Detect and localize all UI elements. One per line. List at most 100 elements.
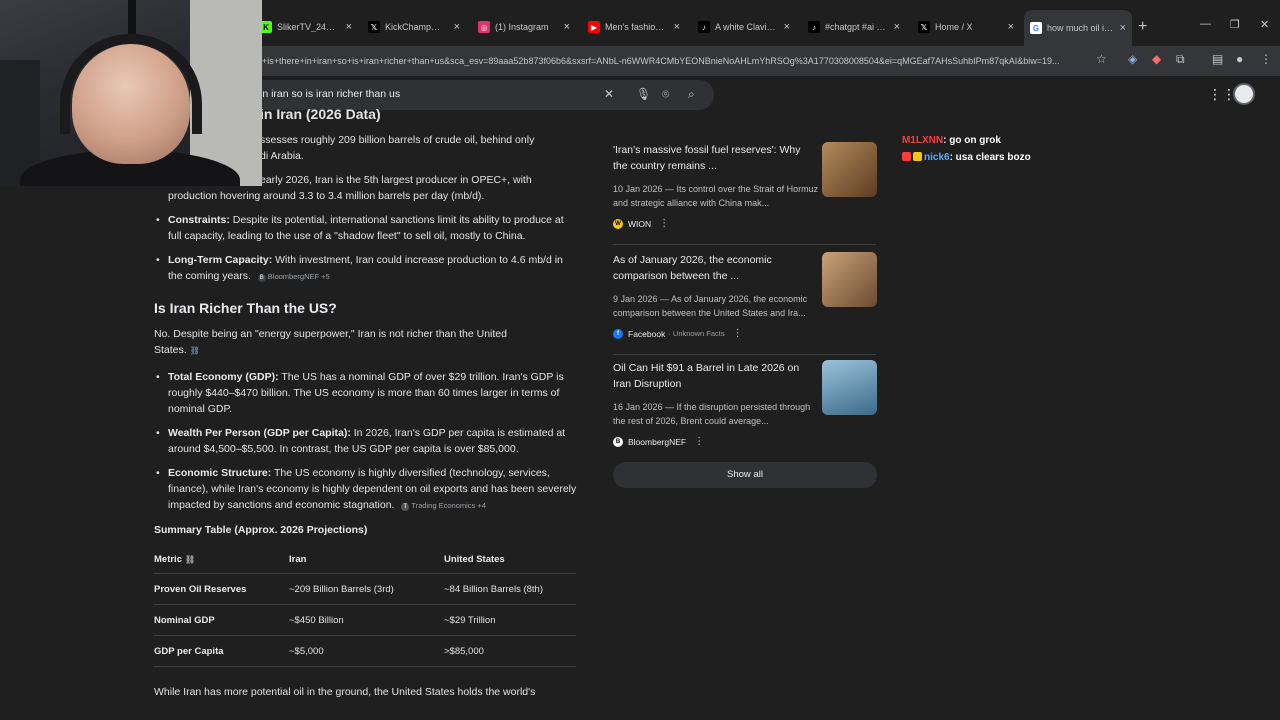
close-icon[interactable]: × (894, 21, 900, 33)
tab-kickchamp[interactable]: 𝕏 KickChamp👑 on × (362, 14, 466, 40)
close-icon[interactable]: × (784, 21, 790, 33)
close-icon[interactable]: × (564, 21, 570, 33)
camera-lens-icon[interactable]: ⌾ (662, 87, 669, 102)
source-card[interactable]: As of January 2026, the economic compari… (603, 252, 886, 352)
table-row: Nominal GDP ~$450 Billion ~$29 Trillion (154, 605, 576, 636)
chat-text: : go on grok (943, 135, 1001, 146)
chat-username: nick6 (924, 152, 950, 163)
tab-tiktok-1[interactable]: ♪ A white Clavicula × (692, 14, 796, 40)
card-thumbnail[interactable] (822, 142, 877, 197)
x-icon: 𝕏 (368, 21, 380, 33)
tab-google-search[interactable]: G how much oil is th × (1024, 10, 1132, 46)
extensions-puzzle-icon[interactable]: ⧉ (1176, 52, 1185, 67)
search-input[interactable]: in iran so is iran richer than us (260, 88, 400, 100)
source-chip[interactable]: B BloombergNEF +5 (257, 269, 330, 285)
badge-icon (902, 152, 911, 161)
microphone-icon[interactable]: 🎙 (636, 87, 651, 101)
source-card[interactable]: 'Iran's massive fossil fuel reserves': W… (603, 142, 886, 242)
facebook-icon: f (613, 328, 623, 339)
instagram-icon: ◎ (478, 21, 490, 33)
tab-tiktok-2[interactable]: ♪ #chatgpt #ai #ep × (802, 14, 906, 40)
tab-slikertv[interactable]: K SlikerTV_247LIVE × (254, 14, 358, 40)
stream-chat-overlay: M1LXNN: go on grok nick6: usa clears boz… (902, 132, 1031, 166)
clear-icon[interactable]: ✕ (604, 87, 614, 101)
table-cell: ~$450 Billion (289, 615, 344, 626)
table-cell: >$85,000 (444, 646, 484, 657)
tab-x-home[interactable]: 𝕏 Home / X × (912, 14, 1020, 40)
bullet-label: Total Economy (GDP): (168, 371, 279, 383)
production-line: production hovering around 3.3 to 3.4 mi… (168, 190, 485, 202)
source-chip[interactable]: T Trading Economics +4 (401, 498, 486, 514)
restore-icon[interactable]: ❐ (1230, 18, 1240, 31)
menu-kebab-icon[interactable]: ⋮ (1260, 52, 1272, 66)
show-all-button[interactable]: Show all (613, 462, 877, 488)
crown-badge-icon (913, 152, 922, 161)
card-snippet: 10 Jan 2026 — Its control over the Strai… (613, 184, 819, 208)
search-icon[interactable]: ⌕ (688, 87, 695, 102)
minimize-icon[interactable]: — (1200, 18, 1211, 30)
source-name: BloombergNEF (628, 436, 687, 447)
tab-title: how much oil is th (1047, 23, 1114, 33)
close-icon[interactable]: × (346, 21, 352, 33)
card-thumbnail[interactable] (822, 360, 877, 415)
reserves-line: ssesses roughly 209 billion barrels of c… (260, 134, 535, 146)
youtube-icon: ▶ (588, 21, 600, 33)
headset-icon (60, 34, 202, 134)
section-heading: in Iran (2026 Data) (260, 106, 381, 122)
table-header: United States (444, 554, 505, 565)
bloomberg-icon: B (257, 274, 266, 282)
chat-message: M1LXNN: go on grok (902, 132, 1031, 149)
tab-title: A white Clavicula (715, 22, 778, 32)
percapita-bullet: Wealth Per Person (GDP per Capita): In 2… (156, 425, 580, 457)
table-header-row: Metric ⛓ Iran United States (154, 550, 576, 574)
card-title[interactable]: Oil Can Hit $91 a Barrel in Late 2026 on… (613, 360, 815, 392)
address-bar[interactable]: l+is+there+in+iran+so+is+iran+richer+tha… (260, 50, 1090, 72)
tab-title: Home / X (935, 22, 973, 32)
reserves-line: di Arabia. (260, 150, 304, 162)
table-cell: ~$5,000 (289, 646, 324, 657)
card-source: f Facebook · Unknown Facts ⋮ (613, 328, 743, 339)
card-title[interactable]: 'Iran's massive fossil fuel reserves': W… (613, 142, 815, 174)
table-cell: ~$29 Trillion (444, 615, 496, 626)
gdp-bullet: Total Economy (GDP): The US has a nomina… (156, 369, 580, 417)
tab-youtube[interactable]: ▶ Men's fashion Th × (582, 14, 686, 40)
table-row: Proven Oil Reserves ~209 Billion Barrels… (154, 574, 576, 605)
header-label: Metric (154, 554, 182, 565)
extension-icon[interactable]: ◈ (1128, 52, 1137, 66)
card-source: B BloombergNEF ⋮ (613, 436, 704, 447)
close-icon[interactable]: × (1120, 22, 1126, 34)
richer-answer: No. Despite being an "energy superpower,… (154, 326, 534, 359)
tab-title: Men's fashion Th (605, 22, 668, 32)
table-cell: GDP per Capita (154, 646, 224, 657)
webcam-overlay (0, 0, 262, 186)
extension-icon[interactable]: ◆ (1152, 52, 1161, 66)
tab-title: (1) Instagram (495, 22, 549, 32)
close-icon[interactable]: × (454, 21, 460, 33)
close-window-icon[interactable]: ✕ (1260, 18, 1269, 31)
more-options-icon[interactable]: ⋮ (733, 328, 743, 339)
summary-table-title: Summary Table (Approx. 2026 Projections) (154, 524, 368, 536)
new-tab-button[interactable]: + (1138, 18, 1147, 36)
avatar[interactable] (1233, 83, 1255, 105)
more-options-icon[interactable]: ⋮ (694, 436, 704, 447)
close-icon[interactable]: × (1008, 21, 1014, 33)
more-options-icon[interactable]: ⋮ (659, 218, 669, 229)
table-row: GDP per Capita ~$5,000 >$85,000 (154, 636, 576, 667)
bookmark-star-icon[interactable]: ☆ (1096, 52, 1107, 66)
card-thumbnail[interactable] (822, 252, 877, 307)
tab-instagram[interactable]: ◎ (1) Instagram × (472, 14, 576, 40)
close-icon[interactable]: × (674, 21, 680, 33)
source-chip-label: Trading Economics +4 (411, 501, 486, 510)
constraints-bullet: Constraints: Despite its potential, inte… (156, 212, 578, 244)
card-title[interactable]: As of January 2026, the economic compari… (613, 252, 815, 284)
chat-username: M1LXNN (902, 135, 944, 146)
profile-icon[interactable]: ● (1236, 52, 1243, 66)
structure-bullet: Economic Structure: The US economy is hi… (156, 465, 580, 514)
link-icon[interactable]: ⛓ (190, 346, 200, 355)
tab-title: #chatgpt #ai #ep (825, 22, 888, 32)
source-name: WION (628, 218, 652, 229)
link-icon[interactable]: ⛓ (185, 555, 195, 564)
sidebar-icon[interactable]: ▤ (1212, 52, 1223, 66)
source-card[interactable]: Oil Can Hit $91 a Barrel in Late 2026 on… (603, 360, 886, 460)
card-snippet: 16 Jan 2026 — If the disruption persiste… (613, 402, 811, 426)
